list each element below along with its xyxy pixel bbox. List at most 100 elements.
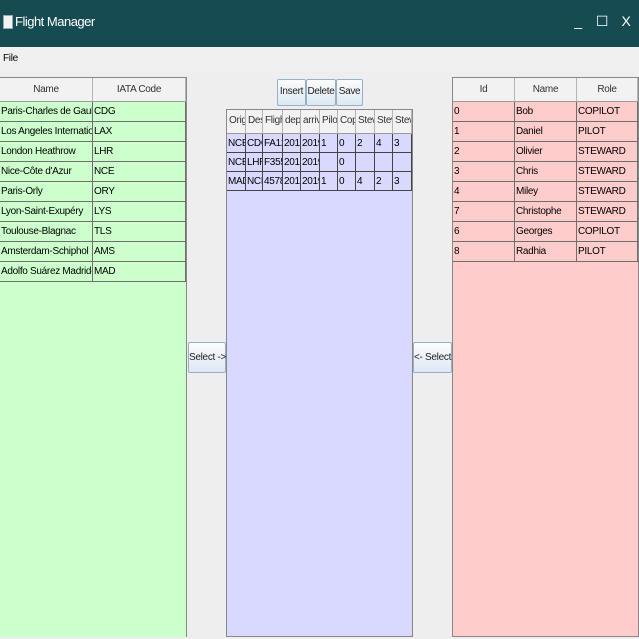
table-cell: CDG	[246, 134, 263, 153]
crew-row[interactable]: 2 Olivier STEWARD	[453, 142, 638, 162]
table-cell: 6	[453, 222, 515, 242]
table-cell: 0	[338, 153, 356, 172]
delete-button[interactable]: Delete	[306, 79, 336, 106]
airport-row[interactable]: Paris-Orly ORY	[0, 182, 186, 202]
table-cell	[393, 153, 412, 172]
airports-header-name[interactable]: Name	[0, 78, 93, 102]
flights-header-cell[interactable]: arrival...	[301, 110, 320, 134]
table-cell: 0	[453, 102, 515, 122]
airport-row[interactable]: Adolfo Suárez Madrid-BarajasMAD	[0, 262, 186, 282]
table-cell: CDG	[93, 102, 186, 122]
table-cell: LHR	[93, 142, 186, 162]
flights-header-cell[interactable]: depar...	[283, 110, 301, 134]
table-cell: 2019-...	[301, 153, 320, 172]
flights-header-cell[interactable]: Flight...	[263, 110, 283, 134]
airport-row[interactable]: Toulouse-Blagnac TLS	[0, 222, 186, 242]
table-cell: Georges	[515, 222, 577, 242]
flights-header-cell[interactable]: Copilot	[338, 110, 356, 134]
airport-row[interactable]: Amsterdam-Schiphol AMS	[0, 242, 186, 262]
flights-header-cell[interactable]: Desti...	[246, 110, 263, 134]
save-button[interactable]: Save	[336, 79, 363, 106]
table-cell: COPILOT	[577, 222, 638, 242]
flight-row[interactable]: MADNCE4578962019-...2019-...10423	[227, 172, 412, 191]
table-cell: MAD	[93, 262, 186, 282]
airports-header-iata[interactable]: IATA Code	[93, 78, 186, 102]
airports-rows: Paris-Charles de Gaulle CDG Los Angeles In…	[0, 102, 186, 282]
table-cell: 3	[453, 162, 515, 182]
airport-row[interactable]: Los Angeles InternationalLAX	[0, 122, 186, 142]
table-cell: Toulouse-Blagnac	[0, 222, 93, 242]
table-cell: FA1245	[263, 134, 283, 153]
table-cell: 457896	[263, 172, 283, 191]
table-cell: 3	[393, 134, 412, 153]
crew-row[interactable]: 3 Chris STEWARD	[453, 162, 638, 182]
crew-row[interactable]: 1 Daniel PILOT	[453, 122, 638, 142]
maximize-button[interactable]: ☐	[591, 9, 613, 33]
airports-body[interactable]: Paris-Charles de Gaulle CDG Los Angeles In…	[0, 102, 186, 637]
minimize-button[interactable]: _	[567, 9, 589, 33]
flight-row[interactable]: NCECDGFA12452019-...2019-...10243	[227, 134, 412, 153]
flights-header-cell[interactable]: Stewa...	[375, 110, 393, 134]
table-cell: Adolfo Suárez Madrid-Barajas	[0, 262, 93, 282]
table-cell: 2019-...	[283, 172, 301, 191]
flights-header-cell[interactable]: Origin	[227, 110, 246, 134]
flights-body[interactable]: NCECDGFA12452019-...2019-...10243NCELHRF…	[227, 134, 412, 636]
menu-file[interactable]: File	[3, 53, 18, 64]
crew-table: Id Name Role 0 Bob COPILOT 1 Daniel PILOT 2 Oli…	[452, 77, 639, 637]
table-cell: Chris	[515, 162, 577, 182]
select-airport-button[interactable]: Select ->	[188, 342, 226, 373]
airport-row[interactable]: Lyon-Saint-Exupéry LYS	[0, 202, 186, 222]
crew-row[interactable]: 4 Miley STEWARD	[453, 182, 638, 202]
crew-header-id[interactable]: Id	[453, 78, 515, 102]
app-icon	[3, 15, 13, 29]
table-cell: Christophe	[515, 202, 577, 222]
table-cell: Nice-Côte d'Azur	[0, 162, 93, 182]
table-cell: 2019-...	[283, 153, 301, 172]
table-cell: 1	[320, 134, 338, 153]
table-cell: 8	[453, 242, 515, 262]
table-cell: Daniel	[515, 122, 577, 142]
airport-row[interactable]: London Heathrow LHR	[0, 142, 186, 162]
crew-header-name[interactable]: Name	[515, 78, 577, 102]
airport-row[interactable]: Paris-Charles de Gaulle CDG	[0, 102, 186, 122]
title-bar: Flight Manager _ ☐ X	[0, 0, 639, 47]
crew-body[interactable]: 0 Bob COPILOT 1 Daniel PILOT 2 Olivier STEWARD 3 C…	[453, 102, 638, 636]
flights-header-cell[interactable]: Stewa...	[393, 110, 412, 134]
table-cell: PILOT	[577, 122, 638, 142]
table-cell: Paris-Orly	[0, 182, 93, 202]
airports-table: Name IATA Code Paris-Charles de Gaulle CD…	[0, 77, 187, 637]
crew-row[interactable]: 6 Georges COPILOT	[453, 222, 638, 242]
table-cell: PILOT	[577, 242, 638, 262]
table-cell: NCE	[227, 153, 246, 172]
airport-row[interactable]: Nice-Côte d'Azur NCE	[0, 162, 186, 182]
table-cell: Los Angeles International	[0, 122, 93, 142]
table-cell: 3	[393, 172, 412, 191]
flights-table: OriginDesti...Flight...depar...arrival..…	[226, 109, 413, 637]
table-cell: 2	[356, 134, 375, 153]
table-cell: AMS	[93, 242, 186, 262]
table-cell: Miley	[515, 182, 577, 202]
table-cell	[375, 153, 393, 172]
close-button[interactable]: X	[615, 9, 637, 33]
table-cell: 0	[338, 172, 356, 191]
flights-header-cell[interactable]: Pilot	[320, 110, 338, 134]
select-crew-button[interactable]: <- Select	[413, 342, 452, 373]
table-cell: 2	[375, 172, 393, 191]
flights-header-cell[interactable]: Stewa...	[356, 110, 375, 134]
crew-row[interactable]: 0 Bob COPILOT	[453, 102, 638, 122]
insert-button[interactable]: Insert	[277, 79, 306, 106]
table-cell	[320, 153, 338, 172]
window-title: Flight Manager	[15, 14, 95, 29]
crew-header-role[interactable]: Role	[577, 78, 638, 102]
table-cell: 4	[356, 172, 375, 191]
menu-bar: File	[0, 47, 639, 71]
flights-rows: NCECDGFA12452019-...2019-...10243NCELHRF…	[227, 134, 412, 191]
crew-row[interactable]: 8 Radhia PILOT	[453, 242, 638, 262]
table-cell: 7	[453, 202, 515, 222]
crew-row[interactable]: 7 Christophe STEWARD	[453, 202, 638, 222]
flights-header: OriginDesti...Flight...depar...arrival..…	[227, 110, 412, 134]
flight-row[interactable]: NCELHRF355...2019-...2019-...0	[227, 153, 412, 172]
table-cell: Bob	[515, 102, 577, 122]
table-cell: TLS	[93, 222, 186, 242]
table-cell: NCE	[93, 162, 186, 182]
